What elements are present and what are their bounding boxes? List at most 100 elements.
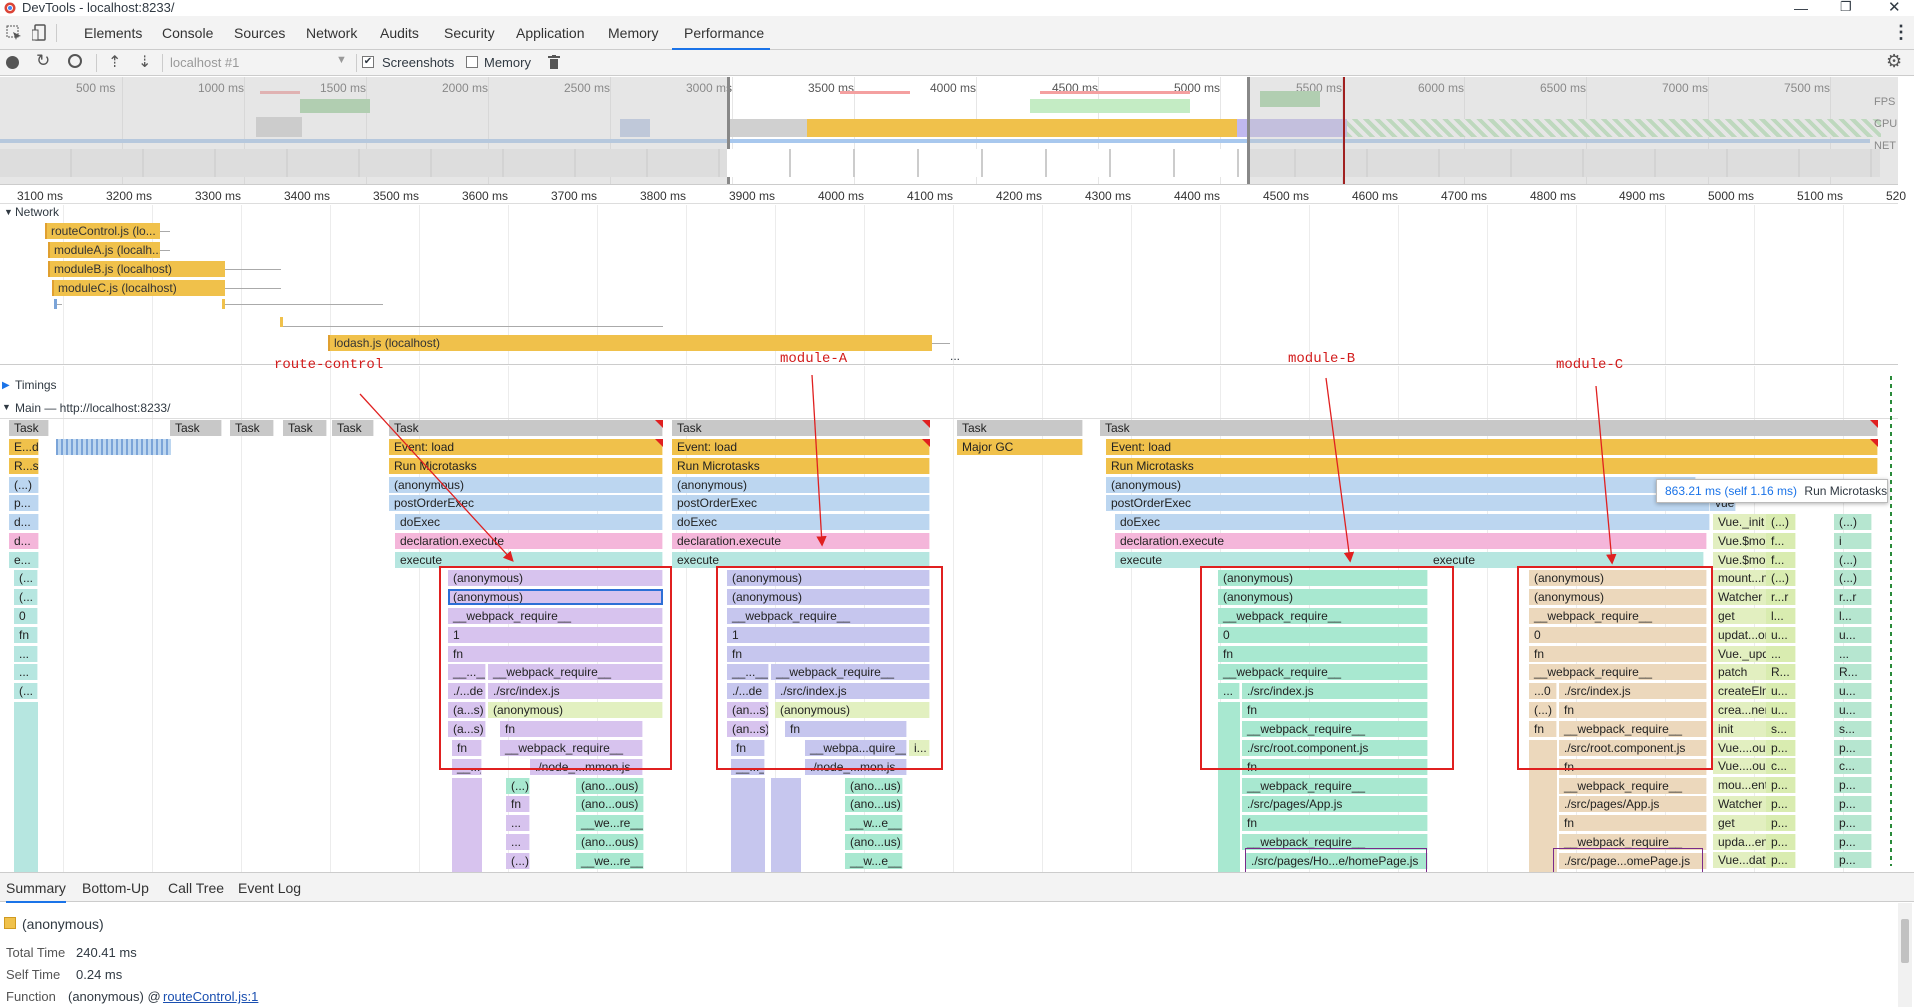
modc-h2[interactable]: ./src/pages/App.js	[1559, 796, 1707, 812]
vue-call-frame[interactable]: p...	[1766, 852, 1796, 869]
modb-h[interactable]: ./src/pages/App.js	[1242, 796, 1428, 812]
vue-call-frame[interactable]: u...	[1766, 626, 1796, 643]
network-request-lodash[interactable]: lodash.js (localhost)	[328, 335, 932, 351]
vue-call-frame[interactable]: p...	[1766, 814, 1796, 831]
vue-call-frame[interactable]: p...	[1834, 852, 1872, 869]
vue-call-frame[interactable]: f...	[1766, 532, 1796, 549]
screenshots-checkbox[interactable]: ✔	[362, 56, 374, 68]
tab-security[interactable]: Security	[444, 24, 495, 50]
event-load-route[interactable]: Event: load	[389, 439, 663, 455]
vue-call-frame[interactable]: ...	[1766, 645, 1796, 662]
close-icon[interactable]: ✕	[1888, 0, 1901, 16]
load-profile-icon[interactable]: ⇡	[108, 52, 121, 72]
vue-call-frame[interactable]: p...	[1766, 739, 1796, 756]
moda-g2[interactable]: (ano...us)	[845, 778, 903, 794]
task-bar-route[interactable]: Task	[389, 420, 663, 436]
flame-teal-cell[interactable]: ...	[14, 646, 38, 662]
modb-i[interactable]: fn	[1242, 815, 1428, 831]
inspect-element-icon[interactable]	[6, 25, 22, 41]
vue-call-frame[interactable]: (...)	[1766, 570, 1796, 587]
route-k2[interactable]: __we...re__	[576, 853, 644, 869]
declaration-execute-module-bc[interactable]: declaration.execute	[1115, 533, 1707, 549]
route-i1[interactable]: ...	[506, 815, 530, 831]
flame-event-cell[interactable]: R...s	[9, 458, 39, 474]
vue-call-frame[interactable]: u...	[1834, 702, 1872, 718]
vue-call-frame[interactable]: p...	[1834, 739, 1872, 756]
do-exec-module-a[interactable]: doExec	[672, 514, 930, 530]
vue-call-frame[interactable]: p...	[1766, 796, 1796, 812]
route-g2[interactable]: (ano...ous)	[576, 778, 644, 794]
capture-settings-gear-icon[interactable]: ⚙	[1886, 51, 1902, 72]
vue-call-frame[interactable]: ...	[1834, 645, 1872, 662]
vue-call-frame[interactable]: s...	[1766, 720, 1796, 737]
flame-teal-cell[interactable]: fn	[14, 627, 38, 643]
moda-k2[interactable]: __w...e__	[845, 853, 903, 869]
network-request-moduleb[interactable]: moduleB.js (localhost)	[48, 261, 225, 277]
flame-js-cell[interactable]: p...	[9, 495, 39, 511]
chevron-down-icon[interactable]: ▼	[336, 54, 347, 66]
task-bar[interactable]: Task	[9, 420, 49, 436]
network-request-modulec[interactable]: moduleC.js (localhost)	[52, 280, 225, 296]
vue-call-frame[interactable]: r...r	[1834, 589, 1872, 606]
modc-g2[interactable]: __webpack_require__	[1559, 778, 1707, 794]
post-order-exec-module-bc[interactable]: postOrderExec	[1106, 495, 1710, 511]
vue-call-frame[interactable]: i	[1834, 532, 1872, 549]
route-j1[interactable]: ...	[506, 834, 530, 850]
flame-js-cell[interactable]: (...)	[9, 477, 39, 493]
modb-g[interactable]: __webpack_require__	[1242, 778, 1428, 794]
event-load-module-bc[interactable]: Event: load	[1106, 439, 1878, 455]
major-gc-bar[interactable]: Major GC	[957, 439, 1083, 455]
main-thread-flame-chart[interactable]: ▶ Timings ▼ Main — http://localhost:8233…	[0, 366, 1898, 872]
flame-teal-cell[interactable]: (...	[14, 683, 38, 699]
moda-j2[interactable]: (ano...us)	[845, 834, 903, 850]
reload-record-icon[interactable]: ↻	[36, 51, 50, 71]
function-source-link[interactable]: routeControl.js:1	[163, 989, 258, 1004]
task-bar[interactable]: Task	[230, 420, 274, 436]
do-exec-route[interactable]: doExec	[395, 514, 663, 530]
tab-event-log[interactable]: Event Log	[238, 880, 301, 896]
flame-teal-cell[interactable]: e...	[9, 552, 39, 568]
moda-i2[interactable]: __w...e__	[845, 815, 903, 831]
vue-call-frame[interactable]: (...)	[1834, 570, 1872, 587]
vue-call-frame[interactable]: u...	[1766, 702, 1796, 718]
vue-call-frame[interactable]: u...	[1766, 683, 1796, 700]
vue-call-frame[interactable]: R...	[1834, 664, 1872, 681]
vue-call-frame[interactable]: (...)	[1766, 514, 1796, 530]
vue-call-frame[interactable]: s...	[1834, 720, 1872, 737]
route-i2[interactable]: __we...re__	[576, 815, 644, 831]
post-order-exec-module-a[interactable]: postOrderExec	[672, 495, 930, 511]
declaration-execute-module-a[interactable]: declaration.execute	[672, 533, 930, 549]
vue-call-frame[interactable]: (...)	[1834, 551, 1872, 568]
tab-summary[interactable]: Summary	[6, 880, 66, 903]
vue-call-frame[interactable]: c...	[1766, 758, 1796, 775]
vue-call-frame[interactable]: (...)	[1834, 514, 1872, 530]
task-bar-module-a[interactable]: Task	[672, 420, 930, 436]
summary-scrollbar[interactable]	[1898, 903, 1912, 1007]
vue-call-frame[interactable]: l...	[1766, 608, 1796, 624]
anonymous-module-a[interactable]: (anonymous)	[672, 477, 930, 493]
clear-icon[interactable]	[68, 54, 82, 68]
task-bar-module-bc[interactable]: Task	[1100, 420, 1878, 436]
tab-sources[interactable]: Sources	[234, 24, 285, 50]
collapse-network-icon[interactable]: ▼	[4, 207, 13, 217]
flame-pink-cell[interactable]: d...	[9, 533, 39, 549]
flame-teal-cell[interactable]: (...	[14, 589, 38, 605]
network-request-modulea[interactable]: moduleA.js (localh...	[48, 242, 160, 258]
declaration-execute-route[interactable]: declaration.execute	[395, 533, 663, 549]
tab-audits[interactable]: Audits	[380, 24, 419, 50]
event-load-module-a[interactable]: Event: load	[672, 439, 930, 455]
vue-call-frame[interactable]: p...	[1834, 777, 1872, 794]
task-bar[interactable]: Task	[283, 420, 327, 436]
vue-call-frame[interactable]: R...	[1766, 664, 1796, 681]
modc-i2[interactable]: fn	[1559, 815, 1707, 831]
route-h2[interactable]: (ano...ous)	[576, 796, 644, 812]
tab-elements[interactable]: Elements	[84, 24, 142, 50]
task-bar-gc[interactable]: Task	[957, 420, 1083, 436]
tab-call-tree[interactable]: Call Tree	[168, 880, 224, 896]
route-h1[interactable]: fn	[506, 796, 530, 812]
memory-checkbox[interactable]	[466, 56, 478, 68]
minimize-icon[interactable]: —	[1794, 0, 1808, 16]
vue-call-frame[interactable]: p...	[1834, 814, 1872, 831]
vue-call-frame[interactable]: r...r	[1766, 589, 1796, 606]
anonymous-module-bc[interactable]: (anonymous)	[1106, 477, 1696, 493]
